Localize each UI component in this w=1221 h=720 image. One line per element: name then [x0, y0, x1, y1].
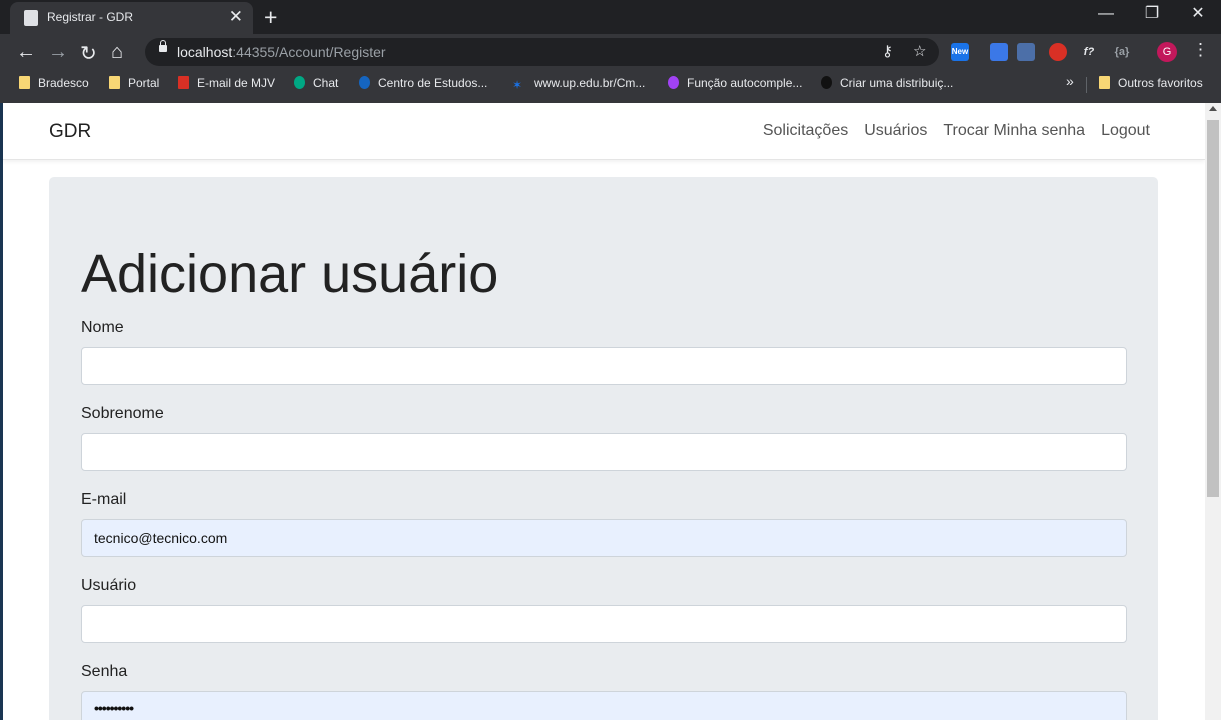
home-button[interactable]: ⌂: [111, 41, 123, 64]
page-icon: [24, 10, 38, 26]
nav-trocar-senha[interactable]: Trocar Minha senha: [943, 122, 1085, 140]
minimize-button[interactable]: —: [1083, 0, 1129, 30]
vertical-scrollbar[interactable]: [1205, 103, 1221, 720]
gmail-icon: [178, 76, 189, 89]
star-icon: ✶: [512, 78, 523, 92]
email-input[interactable]: tecnico@tecnico.com: [81, 519, 1127, 557]
address-bar[interactable]: localhost:44355/Account/Register ⚷ ☆: [145, 38, 939, 66]
extension-shield-icon[interactable]: [1017, 43, 1035, 61]
chat-icon: [294, 76, 305, 89]
bookmarks-separator: [1086, 77, 1087, 93]
folder-icon: [19, 76, 30, 89]
nome-label: Nome: [81, 319, 124, 336]
extension-stop-icon[interactable]: [1049, 43, 1067, 61]
bookmark-funcao[interactable]: Função autocomple...: [668, 76, 802, 90]
forward-button[interactable]: →: [48, 41, 68, 64]
url-text[interactable]: localhost:44355/Account/Register: [177, 44, 386, 60]
nav-links: Solicitações Usuários Trocar Minha senha…: [763, 122, 1150, 140]
site-icon: [359, 76, 370, 89]
nome-input[interactable]: [81, 347, 1127, 385]
tab-title: Registrar - GDR: [47, 10, 134, 24]
window-edge: [0, 103, 3, 720]
bookmark-bradesco[interactable]: Bradesco: [19, 76, 89, 90]
bookmarks-overflow-icon[interactable]: »: [1066, 73, 1074, 89]
extension-function-icon[interactable]: f?: [1080, 43, 1098, 61]
site-navbar: GDR Solicitações Usuários Trocar Minha s…: [3, 103, 1205, 160]
bookmark-centro-estudos[interactable]: Centro de Estudos...: [359, 76, 487, 90]
bookmarks-bar: Bradesco Portal E-mail de MJV Chat Centr…: [0, 70, 1221, 98]
email-label: E-mail: [81, 491, 127, 508]
page-title: Adicionar usuário: [81, 244, 499, 304]
browser-tab[interactable]: Registrar - GDR ✕: [10, 2, 253, 34]
browser-chrome: Registrar - GDR ✕ + — ❐ ✕ ← → ↻ ⌂ localh…: [0, 0, 1221, 103]
tab-strip: Registrar - GDR ✕ + — ❐ ✕: [0, 0, 1221, 34]
scroll-up-icon[interactable]: [1209, 106, 1217, 111]
profile-avatar[interactable]: G: [1157, 42, 1177, 62]
browser-toolbar: ← → ↻ ⌂ localhost:44355/Account/Register…: [0, 34, 1221, 70]
senha-label: Senha: [81, 663, 128, 680]
tab-close-icon[interactable]: ✕: [229, 7, 243, 27]
bookmark-up-edu[interactable]: ✶ www.up.edu.br/Cm...: [512, 76, 645, 92]
restore-button[interactable]: ❐: [1129, 0, 1175, 30]
window-controls: — ❐ ✕: [1083, 0, 1221, 30]
nav-usuarios[interactable]: Usuários: [864, 122, 927, 140]
lock-icon: [159, 40, 167, 52]
reload-button[interactable]: ↻: [80, 41, 97, 66]
bookmark-outros-favoritos[interactable]: Outros favoritos: [1099, 76, 1203, 90]
sobrenome-label: Sobrenome: [81, 405, 164, 422]
usuario-label: Usuário: [81, 577, 137, 594]
folder-icon: [1099, 76, 1110, 89]
senha-input[interactable]: ••••••••••: [81, 691, 1127, 720]
bookmark-star-icon[interactable]: ☆: [913, 42, 926, 60]
usuario-input[interactable]: [81, 605, 1127, 643]
extension-pen-icon[interactable]: [990, 43, 1008, 61]
site-icon: [821, 76, 832, 89]
brand-link[interactable]: GDR: [49, 121, 91, 143]
scrollbar-thumb[interactable]: [1207, 120, 1219, 497]
key-icon[interactable]: ⚷: [882, 42, 893, 60]
form-container: Adicionar usuário Nome Sobrenome E-mail …: [49, 177, 1158, 720]
bookmark-chat[interactable]: Chat: [294, 76, 338, 90]
extension-json-icon[interactable]: {a}: [1113, 43, 1131, 61]
bookmark-criar-distribuicao[interactable]: Criar uma distribuiç...: [821, 76, 953, 90]
bookmark-email[interactable]: E-mail de MJV: [178, 76, 275, 90]
page-content: GDR Solicitações Usuários Trocar Minha s…: [0, 103, 1221, 720]
close-window-button[interactable]: ✕: [1175, 0, 1221, 30]
sobrenome-input[interactable]: [81, 433, 1127, 471]
bookmark-portal[interactable]: Portal: [109, 76, 159, 90]
folder-icon: [109, 76, 120, 89]
menu-icon[interactable]: ⋮: [1192, 40, 1209, 60]
nav-solicitacoes[interactable]: Solicitações: [763, 122, 848, 140]
extension-new-icon[interactable]: New: [951, 43, 969, 61]
new-tab-button[interactable]: +: [264, 4, 277, 31]
back-button[interactable]: ←: [16, 41, 36, 64]
site-icon: [668, 76, 679, 89]
nav-logout[interactable]: Logout: [1101, 122, 1150, 140]
